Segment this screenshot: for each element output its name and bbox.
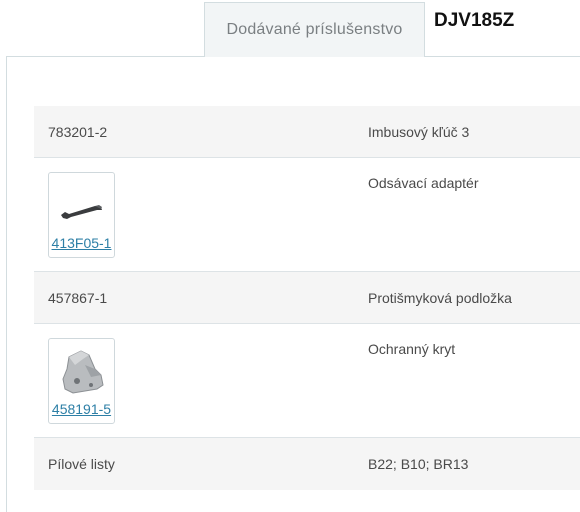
- table-row: 458191-5 Ochranný kryt: [34, 324, 580, 438]
- model-number: DJV185Z: [434, 10, 515, 31]
- table-row: Pílové listy B22; B10; BR13: [34, 438, 580, 490]
- part-thumbnail[interactable]: 458191-5: [48, 338, 115, 424]
- part-name: Ochranný kryt: [368, 341, 456, 357]
- table-row: 457867-1 Protišmyková podložka: [34, 272, 580, 324]
- table-row: 413F05-1 Odsávací adaptér: [34, 158, 580, 272]
- hex-key-icon: [61, 205, 102, 219]
- part-value: B22; B10; BR13: [368, 456, 469, 472]
- tab-label: Dodávané príslušenstvo: [226, 21, 403, 38]
- part-link[interactable]: 413F05-1: [49, 235, 114, 251]
- part-name: Imbusový kľúč 3: [368, 124, 470, 140]
- part-label: Pílové listy: [48, 456, 115, 472]
- part-number: 783201-2: [48, 124, 108, 140]
- part-number: 457867-1: [48, 290, 108, 306]
- cover-plate-icon: [62, 350, 104, 394]
- part-thumbnail[interactable]: 413F05-1: [48, 172, 115, 258]
- part-link[interactable]: 458191-5: [49, 401, 114, 417]
- part-name: Protišmyková podložka: [368, 290, 512, 306]
- panel-border: [6, 56, 7, 512]
- accessories-table: 783201-2 Imbusový kľúč 3 413F05-1 Odsáva…: [34, 106, 580, 490]
- table-row: 783201-2 Imbusový kľúč 3: [34, 106, 580, 158]
- part-name: Odsávací adaptér: [368, 175, 479, 191]
- tab-supplied-accessories[interactable]: Dodávané príslušenstvo: [204, 2, 425, 57]
